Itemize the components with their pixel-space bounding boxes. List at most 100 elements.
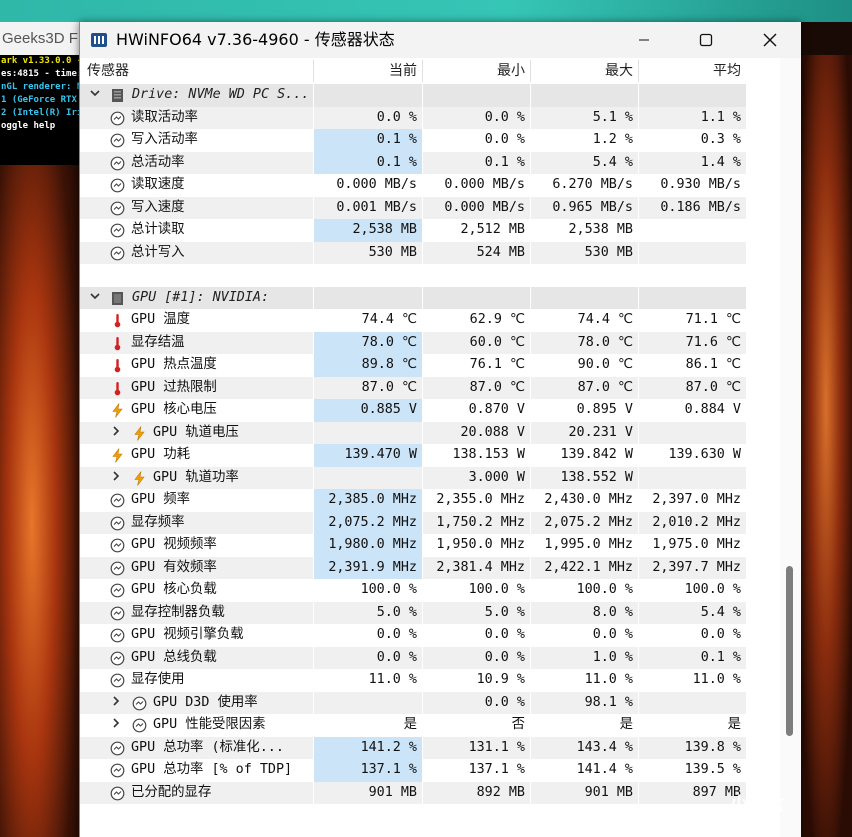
column-header-max[interactable]: 最大 bbox=[531, 58, 633, 84]
value-min: 62.9 ℃ bbox=[469, 312, 525, 327]
sensor-group-row[interactable]: Drive: NVMe WD PC S... bbox=[80, 84, 746, 107]
column-separator bbox=[313, 174, 314, 197]
column-separator bbox=[422, 466, 423, 489]
column-separator bbox=[530, 354, 531, 377]
sensor-row[interactable]: GPU 性能受限因素 是 否 是 是 bbox=[80, 714, 746, 737]
value-max: 90.0 ℃ bbox=[577, 357, 633, 372]
scrollbar-thumb[interactable] bbox=[786, 566, 793, 736]
sensor-row[interactable]: 总计写入 530 MB 524 MB 530 MB bbox=[80, 241, 746, 264]
benchmark-overlay: ark v1.33.0.0 - Bu es:4815 - time:00 nGL r… bbox=[0, 55, 80, 165]
sensor-row[interactable]: GPU 核心负载 100.0 % 100.0 % 100.0 % 100.0 % bbox=[80, 579, 746, 602]
column-separator bbox=[638, 174, 639, 197]
overlay-line: ark v1.33.0.0 - Bu bbox=[1, 56, 80, 66]
value-max: 98.1 % bbox=[584, 694, 633, 710]
sensor-label: 已分配的显存 bbox=[131, 784, 212, 800]
sensor-row[interactable]: 显存控制器负载 5.0 % 5.0 % 8.0 % 5.4 % bbox=[80, 601, 746, 624]
clock-icon bbox=[110, 606, 125, 621]
column-header-min[interactable]: 最小 bbox=[423, 58, 525, 84]
vertical-scrollbar[interactable] bbox=[780, 58, 801, 837]
value-avg: 71.1 ℃ bbox=[685, 312, 741, 327]
sensor-group-row[interactable]: GPU [#1]: NVIDIA: bbox=[80, 286, 746, 310]
value-current: 74.4 ℃ bbox=[361, 312, 417, 327]
sensor-label: GPU 性能受限因素 bbox=[153, 717, 266, 732]
value-min: 2,355.0 MHz bbox=[436, 492, 525, 507]
value-current: 1,980.0 MHz bbox=[314, 534, 422, 557]
column-header-sensor[interactable]: 传感器 bbox=[87, 58, 129, 84]
sensor-row[interactable]: GPU 热点温度 89.8 ℃ 76.1 ℃ 90.0 ℃ 86.1 ℃ bbox=[80, 354, 746, 377]
sensor-row[interactable]: GPU 有效频率 2,391.9 MHz 2,381.4 MHz 2,422.1 MH… bbox=[80, 556, 746, 579]
clock-icon bbox=[110, 651, 125, 666]
sensor-row[interactable]: GPU 视频引擎负载 0.0 % 0.0 % 0.0 % 0.0 % bbox=[80, 624, 746, 647]
collapse-chevron-icon[interactable] bbox=[89, 84, 101, 107]
sensor-row[interactable]: GPU 总功率 (标准化... 141.2 % 131.1 % 143.4 % 139.… bbox=[80, 736, 746, 759]
expand-chevron-icon[interactable] bbox=[111, 692, 121, 715]
column-separator bbox=[422, 421, 423, 444]
sensor-rows: Drive: NVMe WD PC S... 读取活动率 0.0 % 0.0 % 5.1… bbox=[80, 84, 746, 804]
sensor-row[interactable]: 写入活动率 0.1 % 0.0 % 1.2 % 0.3 % bbox=[80, 129, 746, 152]
value-current bbox=[314, 467, 422, 490]
sensor-row[interactable]: 总活动率 0.1 % 0.1 % 5.4 % 1.4 % bbox=[80, 151, 746, 174]
title-bar[interactable]: HWiNFO64 v7.36-4960 - 传感器状态 bbox=[80, 22, 801, 58]
sensor-row[interactable]: GPU 温度 74.4 ℃ 62.9 ℃ 74.4 ℃ 71.1 ℃ bbox=[80, 309, 746, 332]
sensor-label: 显存结温 bbox=[131, 334, 185, 350]
expand-chevron-icon[interactable] bbox=[111, 467, 121, 490]
hwinfo-window: HWiNFO64 v7.36-4960 - 传感器状态 传感器 当前 最小 最大… bbox=[79, 22, 801, 837]
clock-icon bbox=[110, 538, 125, 553]
sensor-row[interactable]: 显存使用 11.0 % 10.9 % 11.0 % 11.0 % bbox=[80, 669, 746, 692]
column-separator bbox=[638, 714, 639, 737]
sensor-row[interactable]: 写入速度 0.001 MB/s 0.000 MB/s 0.965 MB/s 0.186 … bbox=[80, 196, 746, 219]
clock-icon bbox=[110, 201, 125, 216]
sensor-row[interactable]: 读取速度 0.000 MB/s 0.000 MB/s 6.270 MB/s 0.930 … bbox=[80, 174, 746, 197]
value-current: 89.8 ℃ bbox=[314, 354, 422, 377]
value-min: 0.870 V bbox=[468, 402, 525, 417]
column-separator bbox=[422, 129, 423, 152]
spacer-row bbox=[80, 264, 746, 287]
value-min: 10.9 % bbox=[476, 672, 525, 687]
sensor-row[interactable]: 总计读取 2,538 MB 2,512 MB 2,538 MB bbox=[80, 219, 746, 242]
thermometer-icon bbox=[110, 313, 125, 328]
sensor-row[interactable]: GPU 过热限制 87.0 ℃ 87.0 ℃ 87.0 ℃ 87.0 ℃ bbox=[80, 376, 746, 399]
maximize-button[interactable] bbox=[678, 22, 734, 58]
column-separator bbox=[530, 174, 531, 197]
value-avg: 2,397.7 MHz bbox=[652, 559, 741, 575]
column-separator bbox=[530, 736, 531, 759]
value-min: 524 MB bbox=[476, 244, 525, 260]
value-max: 0.0 % bbox=[592, 627, 633, 642]
column-header-avg[interactable]: 平均 bbox=[639, 58, 741, 84]
value-current: 0.1 % bbox=[314, 129, 422, 152]
sensor-row[interactable]: GPU 总功率 [% of TDP] 137.1 % 137.1 % 141.4 % 1… bbox=[80, 759, 746, 782]
column-header-current[interactable]: 当前 bbox=[314, 58, 417, 84]
expand-chevron-icon[interactable] bbox=[111, 422, 121, 445]
sensor-row[interactable]: GPU 轨道电压 20.088 V 20.231 V bbox=[80, 421, 746, 445]
close-icon bbox=[763, 33, 777, 47]
sensor-row[interactable]: 显存频率 2,075.2 MHz 1,750.2 MHz 2,075.2 MHz 2,0… bbox=[80, 511, 746, 534]
sensor-row[interactable]: 已分配的显存 901 MB 892 MB 901 MB 897 MB bbox=[80, 781, 746, 804]
sensor-row[interactable]: GPU 总线负载 0.0 % 0.0 % 1.0 % 0.1 % bbox=[80, 646, 746, 669]
sensor-label: GPU 轨道电压 bbox=[153, 424, 239, 440]
background-window-tab[interactable]: Geeks3D F bbox=[0, 22, 82, 55]
sensor-row[interactable]: GPU 频率 2,385.0 MHz 2,355.0 MHz 2,430.0 MHz 2… bbox=[80, 489, 746, 512]
minimize-button[interactable] bbox=[616, 22, 672, 58]
sensor-row[interactable]: GPU 功耗 139.470 W 138.153 W 139.842 W 139.630… bbox=[80, 444, 746, 467]
value-avg: 是 bbox=[727, 717, 741, 732]
close-button[interactable] bbox=[742, 22, 798, 58]
value-max: 6.270 MB/s bbox=[552, 177, 633, 192]
window-title: HWiNFO64 v7.36-4960 - 传感器状态 bbox=[116, 30, 395, 49]
column-separator bbox=[638, 624, 639, 647]
sensor-row[interactable]: GPU 核心电压 0.885 V 0.870 V 0.895 V 0.884 V bbox=[80, 399, 746, 422]
expand-chevron-icon[interactable] bbox=[111, 714, 121, 737]
sensor-row[interactable]: GPU D3D 使用率 0.0 % 98.1 % bbox=[80, 691, 746, 715]
sensor-row[interactable]: 读取活动率 0.0 % 0.0 % 5.1 % 1.1 % bbox=[80, 106, 746, 129]
column-separator bbox=[422, 489, 423, 512]
column-separator bbox=[530, 781, 531, 804]
value-current: 11.0 % bbox=[368, 672, 417, 687]
collapse-chevron-icon[interactable] bbox=[89, 287, 101, 310]
value-min: 0.000 MB/s bbox=[444, 199, 525, 215]
sensor-row[interactable]: GPU 视频频率 1,980.0 MHz 1,950.0 MHz 1,995.0 MH… bbox=[80, 534, 746, 557]
sensor-label: 总计读取 bbox=[131, 222, 185, 237]
column-separator bbox=[638, 781, 639, 804]
column-separator bbox=[422, 286, 423, 309]
sensor-row[interactable]: 显存结温 78.0 ℃ 60.0 ℃ 78.0 ℃ 71.6 ℃ bbox=[80, 331, 746, 354]
sensor-row[interactable]: GPU 轨道功率 3.000 W 138.552 W bbox=[80, 466, 746, 490]
column-separator bbox=[638, 556, 639, 579]
